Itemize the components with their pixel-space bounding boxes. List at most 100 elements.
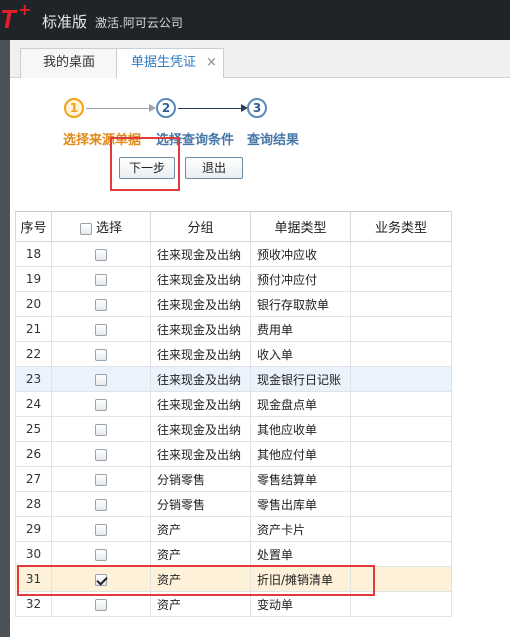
exit-button[interactable]: 退出 <box>185 157 243 179</box>
row-biz-type <box>350 416 452 442</box>
step-arrow-2 <box>178 108 242 109</box>
row-group: 往来现金及出纳 <box>150 341 251 367</box>
table-header-row: 序号 选择 分组 单据类型 业务类型 <box>15 211 452 242</box>
table-row[interactable]: 25 往来现金及出纳 其他应收单 <box>15 416 452 442</box>
row-doc-type: 处置单 <box>250 541 351 567</box>
row-checkbox[interactable] <box>95 448 107 461</box>
header-seq: 序号 <box>15 211 52 242</box>
step-3-circle: 3 <box>247 98 267 118</box>
table-row[interactable]: 26 往来现金及出纳 其他应付单 <box>15 441 452 467</box>
row-biz-type <box>350 266 452 292</box>
row-checkbox[interactable] <box>95 548 107 561</box>
table-row[interactable]: 24 往来现金及出纳 现金盘点单 <box>15 391 452 417</box>
row-checkbox[interactable] <box>95 598 107 611</box>
row-group: 往来现金及出纳 <box>150 391 251 417</box>
close-icon[interactable]: × <box>206 49 217 77</box>
row-biz-type <box>350 541 452 567</box>
table-row[interactable]: 18 往来现金及出纳 预收冲应收 <box>15 241 452 267</box>
left-sidebar-strip <box>0 40 10 637</box>
header-select-label: 选择 <box>95 221 122 236</box>
row-biz-type <box>350 391 452 417</box>
row-seq: 27 <box>15 466 52 492</box>
row-seq: 30 <box>15 541 52 567</box>
row-group: 分销零售 <box>150 491 251 517</box>
row-seq: 22 <box>15 341 52 367</box>
row-checkbox[interactable] <box>95 398 107 411</box>
table-row[interactable]: 28 分销零售 零售出库单 <box>15 491 452 517</box>
table-row[interactable]: 30 资产 处置单 <box>15 541 452 567</box>
row-biz-type <box>350 316 452 342</box>
table-row[interactable]: 20 往来现金及出纳 银行存取款单 <box>15 291 452 317</box>
row-seq: 21 <box>15 316 52 342</box>
header-group: 分组 <box>150 211 251 242</box>
row-seq: 19 <box>15 266 52 292</box>
table-row[interactable]: 21 往来现金及出纳 费用单 <box>15 316 452 342</box>
row-checkbox[interactable] <box>95 373 107 386</box>
table-row[interactable]: 22 往来现金及出纳 收入单 <box>15 341 452 367</box>
step-3-label: 查询结果 <box>247 133 300 148</box>
edition-label: 标准版 <box>42 13 88 31</box>
table-row[interactable]: 29 资产 资产卡片 <box>15 516 452 542</box>
row-biz-type <box>350 516 452 542</box>
row-group: 资产 <box>150 516 251 542</box>
table-row[interactable]: 19 往来现金及出纳 预付冲应付 <box>15 266 452 292</box>
row-group: 分销零售 <box>150 466 251 492</box>
row-checkbox[interactable] <box>95 498 107 511</box>
row-doc-type: 现金盘点单 <box>250 391 351 417</box>
row-checkbox[interactable] <box>95 298 107 311</box>
table-row[interactable]: 23 往来现金及出纳 现金银行日记账 <box>15 366 452 392</box>
row-doc-type: 零售结算单 <box>250 466 351 492</box>
tab-bar: 我的桌面 单据生凭证 × <box>10 40 510 79</box>
tplus-logo-plus: + <box>18 0 32 19</box>
main-content: 1 2 3 选择来源单据 选择查询条件 查询结果 下一步 退出 序号 选择 分组… <box>10 78 510 637</box>
row-doc-type: 其他应收单 <box>250 416 351 442</box>
row-biz-type <box>350 491 452 517</box>
row-group: 往来现金及出纳 <box>150 441 251 467</box>
row-checkbox[interactable] <box>95 248 107 261</box>
row-group: 往来现金及出纳 <box>150 416 251 442</box>
tab-doc-to-voucher[interactable]: 单据生凭证 × <box>116 48 224 79</box>
row-doc-type: 费用单 <box>250 316 351 342</box>
row-checkbox[interactable] <box>95 273 107 286</box>
header-biz-type: 业务类型 <box>350 211 452 242</box>
highlight-box-selected-row <box>17 565 375 596</box>
highlight-box-next-button <box>110 137 180 191</box>
row-seq: 26 <box>15 441 52 467</box>
row-biz-type <box>350 466 452 492</box>
company-name[interactable]: 激活.阿可云公司 <box>95 14 183 31</box>
row-doc-type: 零售出库单 <box>250 491 351 517</box>
source-doc-table: 序号 选择 分组 单据类型 业务类型 18 往来现金及出纳 预收冲应收 19 往… <box>15 211 452 617</box>
row-seq: 20 <box>15 291 52 317</box>
row-checkbox[interactable] <box>95 323 107 336</box>
row-seq: 23 <box>15 366 52 392</box>
row-biz-type <box>350 291 452 317</box>
row-doc-type: 预收冲应收 <box>250 241 351 267</box>
row-doc-type: 预付冲应付 <box>250 266 351 292</box>
select-all-checkbox[interactable] <box>79 222 92 235</box>
tplus-logo: T <box>0 4 16 34</box>
row-group: 资产 <box>150 541 251 567</box>
row-checkbox[interactable] <box>95 473 107 486</box>
table-row[interactable]: 27 分销零售 零售结算单 <box>15 466 452 492</box>
row-group: 往来现金及出纳 <box>150 366 251 392</box>
row-seq: 28 <box>15 491 52 517</box>
row-checkbox[interactable] <box>95 423 107 436</box>
row-seq: 25 <box>15 416 52 442</box>
row-checkbox[interactable] <box>95 523 107 536</box>
row-doc-type: 银行存取款单 <box>250 291 351 317</box>
step-1-circle: 1 <box>64 98 84 118</box>
row-group: 往来现金及出纳 <box>150 316 251 342</box>
tab-my-desktop[interactable]: 我的桌面 <box>20 48 118 78</box>
step-2-circle: 2 <box>156 98 176 118</box>
row-doc-type: 现金银行日记账 <box>250 366 351 392</box>
row-group: 往来现金及出纳 <box>150 291 251 317</box>
row-doc-type: 资产卡片 <box>250 516 351 542</box>
step-arrow-1 <box>86 108 150 109</box>
row-checkbox[interactable] <box>95 348 107 361</box>
tab-doc-to-voucher-label: 单据生凭证 <box>131 55 197 70</box>
row-biz-type <box>350 366 452 392</box>
top-bar: T + 标准版 激活.阿可云公司 <box>0 0 510 40</box>
row-doc-type: 其他应付单 <box>250 441 351 467</box>
row-biz-type <box>350 341 452 367</box>
row-biz-type <box>350 241 452 267</box>
